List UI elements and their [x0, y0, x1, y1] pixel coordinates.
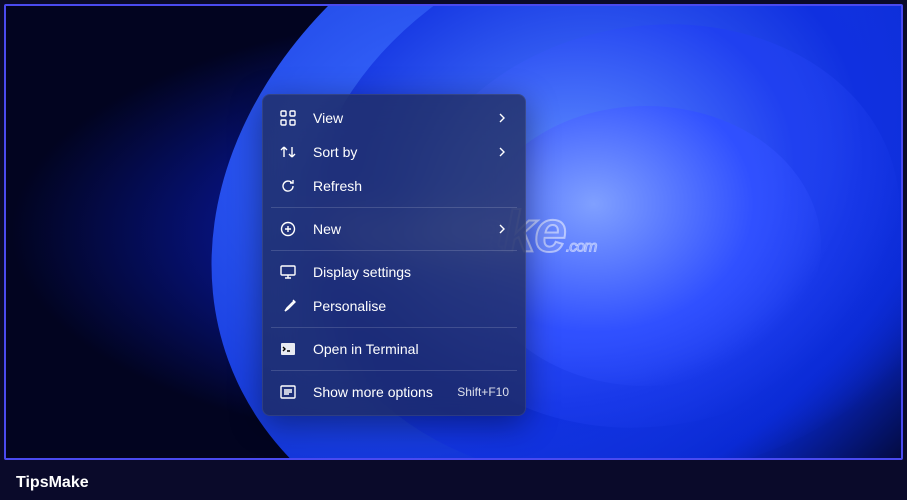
- menu-item-label: Personalise: [313, 298, 509, 314]
- menu-item-label: Show more options: [313, 384, 457, 400]
- plus-circle-icon: [279, 220, 297, 238]
- menu-item-label: Refresh: [313, 178, 509, 194]
- menu-item-label: New: [313, 221, 495, 237]
- more-options-icon: [279, 383, 297, 401]
- terminal-icon: [279, 340, 297, 358]
- chevron-right-icon: [495, 145, 509, 159]
- chevron-right-icon: [495, 111, 509, 125]
- menu-separator: [271, 250, 517, 251]
- menu-item-sort-by[interactable]: Sort by: [269, 135, 519, 169]
- menu-item-label: Display settings: [313, 264, 509, 280]
- menu-item-display-settings[interactable]: Display settings: [269, 255, 519, 289]
- menu-separator: [271, 207, 517, 208]
- display-icon: [279, 263, 297, 281]
- brush-icon: [279, 297, 297, 315]
- menu-item-label: Sort by: [313, 144, 495, 160]
- refresh-icon: [279, 177, 297, 195]
- menu-item-label: Open in Terminal: [313, 341, 509, 357]
- grid-icon: [279, 109, 297, 127]
- menu-item-view[interactable]: View: [269, 101, 519, 135]
- menu-separator: [271, 370, 517, 371]
- menu-item-shortcut: Shift+F10: [457, 385, 509, 399]
- menu-separator: [271, 327, 517, 328]
- menu-item-personalise[interactable]: Personalise: [269, 289, 519, 323]
- desktop-context-menu: View Sort by Refresh New: [262, 94, 526, 416]
- menu-item-show-more-options[interactable]: Show more options Shift+F10: [269, 375, 519, 409]
- sort-icon: [279, 143, 297, 161]
- desktop-wallpaper[interactable]: TipsMake.com View Sort by Refres: [4, 4, 903, 460]
- chevron-right-icon: [495, 222, 509, 236]
- menu-item-new[interactable]: New: [269, 212, 519, 246]
- menu-item-label: View: [313, 110, 495, 126]
- menu-item-refresh[interactable]: Refresh: [269, 169, 519, 203]
- menu-item-open-in-terminal[interactable]: Open in Terminal: [269, 332, 519, 366]
- image-caption: TipsMake: [16, 474, 89, 492]
